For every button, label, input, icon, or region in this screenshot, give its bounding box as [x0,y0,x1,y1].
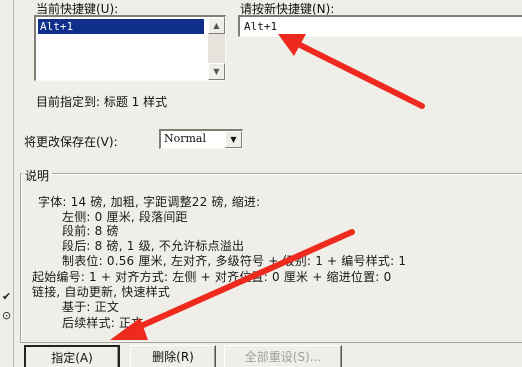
save-in-value: Normal [164,132,207,145]
current-keys-scrollbar[interactable]: ▲ ▼ [208,17,225,80]
reset-all-button[interactable]: 全部重设(S)... [224,345,342,367]
scroll-down-icon[interactable]: ▼ [208,63,225,80]
save-in-dropdown[interactable]: Normal ▼ [159,129,243,149]
chevron-down-icon[interactable]: ▼ [225,131,242,148]
assign-button[interactable]: 指定(A) [24,345,120,367]
current-key-item[interactable]: Alt+1 [38,19,204,34]
description-line: 后续样式: 正文 [62,316,144,330]
save-in-label: 将更改保存在(V): [24,135,118,149]
assigned-to-text: 目前指定到: 标题 1 样式 [36,95,168,109]
description-line: 基于: 正文 [62,300,120,314]
new-key-input[interactable]: Alt+1 [238,15,522,37]
description-title: 说明 [22,167,53,184]
left-edge-panel: ✔ ⊙ [0,0,14,367]
annotation-arrow-top [278,34,425,109]
checkbox-mark-icon[interactable]: ✔ [2,290,11,303]
radio-mark-icon[interactable]: ⊙ [2,309,11,322]
scroll-up-icon[interactable]: ▲ [208,17,225,34]
current-keys-listbox[interactable]: Alt+1 ▲ ▼ [34,15,226,81]
description-line: 制表位: 0.56 厘米, 左对齐, 多级符号 + 级别: 1 + 编号样式: … [62,254,407,268]
remove-button[interactable]: 删除(R) [130,345,216,367]
